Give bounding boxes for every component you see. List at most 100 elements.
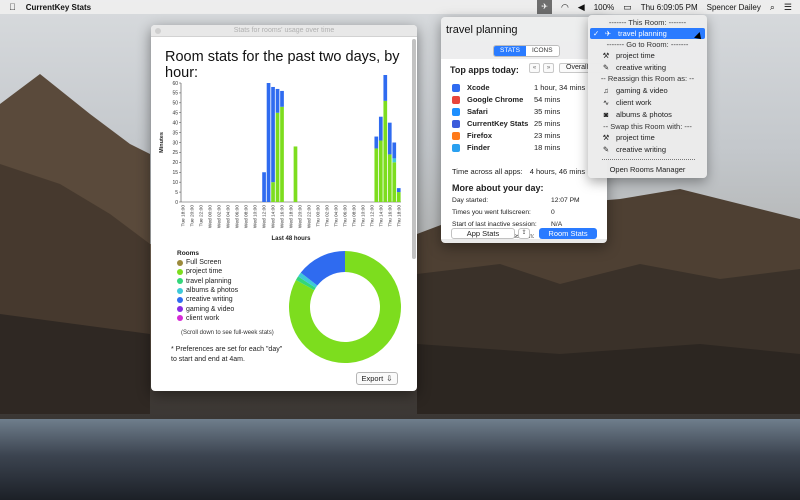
wifi-icon[interactable]: ◠ bbox=[561, 0, 569, 14]
legend-swatch bbox=[177, 315, 183, 322]
pref-note-line-2: to start and end at 4am. bbox=[171, 356, 245, 363]
bar bbox=[275, 112, 280, 202]
x-tick-label: Wed 02:00 bbox=[217, 205, 223, 228]
search-icon[interactable]: ⌕ bbox=[770, 0, 775, 14]
info-row: Times you went fullscreen: 0 bbox=[452, 209, 555, 216]
edit-icon: ✎ bbox=[602, 63, 610, 72]
app-menu-name[interactable]: CurrentKey Stats bbox=[26, 3, 91, 12]
menu-header-reassign: -- Reassign this Room as: -- bbox=[600, 74, 695, 83]
legend-item: gaming & video bbox=[177, 304, 238, 313]
y-tick-label: 50 bbox=[172, 101, 178, 107]
legend-swatch bbox=[177, 259, 183, 266]
legend-title: Rooms bbox=[177, 250, 200, 257]
window-titlebar: Stats for rooms' usage over time bbox=[151, 25, 417, 37]
menu-item-go-to-project-time[interactable]: ⚒ project time bbox=[588, 50, 707, 61]
x-tick-label: Thu 08:00 bbox=[351, 205, 357, 227]
apple-icon[interactable]:  bbox=[9, 0, 16, 14]
info-key: Day started: bbox=[452, 197, 489, 204]
menu-item-current-room[interactable]: ✓ ✈ travel planning bbox=[590, 28, 705, 39]
menu-bar:  CurrentKey Stats ✈ ◠ ◀ 100% ▭ Thu 6:09… bbox=[0, 0, 800, 14]
info-key: Times you went fullscreen: bbox=[452, 209, 531, 216]
legend-swatch bbox=[177, 287, 183, 294]
menu-item-reassign-gaming[interactable]: ♫ gaming & video bbox=[588, 85, 707, 96]
across-label: Time across all apps: bbox=[452, 167, 523, 176]
menu-item-go-to-creative-writing[interactable]: ✎ creative writing bbox=[588, 62, 707, 73]
airplane-icon: ✈ bbox=[604, 29, 612, 38]
preferences-note: * Preferences are set for each "day" to … bbox=[171, 345, 311, 365]
menu-item-label: creative writing bbox=[616, 63, 667, 72]
y-tick-label: 25 bbox=[172, 150, 178, 156]
menu-item-open-rooms-manager[interactable]: Open Rooms Manager bbox=[588, 164, 707, 175]
next-day-button[interactable]: » bbox=[543, 63, 554, 73]
close-button[interactable] bbox=[155, 28, 161, 34]
x-tick-label: Thu 00:00 bbox=[315, 205, 321, 227]
camera-icon: ◙ bbox=[603, 110, 609, 119]
app-icon bbox=[452, 95, 460, 104]
bar bbox=[280, 106, 284, 202]
legend-label: gaming & video bbox=[186, 305, 235, 313]
bar bbox=[275, 88, 280, 113]
menu-header-go-to: ------- Go to Room: ------- bbox=[606, 40, 689, 49]
x-tick-label: Thu 04:00 bbox=[333, 205, 339, 227]
y-tick-label: 0 bbox=[175, 200, 178, 206]
legend-item: travel planning bbox=[177, 277, 238, 286]
menu-item-swap-creative-writing[interactable]: ✎ creative writing bbox=[588, 144, 707, 155]
x-tick-label: Thu 06:00 bbox=[342, 205, 348, 227]
hammer-icon: ⚒ bbox=[602, 133, 610, 142]
app-name: Firefox bbox=[467, 131, 493, 140]
room-stats-button[interactable]: Room Stats bbox=[539, 228, 597, 239]
app-time: 1 hour, 34 mins bbox=[534, 83, 586, 92]
x-tick-label: Tue 20:00 bbox=[190, 205, 196, 227]
menu-item-reassign-client-work[interactable]: ∿ client work bbox=[588, 97, 707, 108]
list-icon[interactable]: ☰ bbox=[784, 0, 792, 14]
bar bbox=[266, 83, 271, 202]
legend-label: travel planning bbox=[186, 277, 232, 285]
x-tick-label: Wed 10:00 bbox=[253, 205, 259, 228]
legend-label: client work bbox=[186, 314, 220, 322]
x-tick-label: Thu 12:00 bbox=[369, 205, 375, 227]
menu-item-label: client work bbox=[616, 98, 652, 107]
window-title: Stats for rooms' usage over time bbox=[233, 27, 335, 34]
y-tick-label: 60 bbox=[172, 81, 178, 87]
bar bbox=[271, 182, 275, 202]
bar bbox=[262, 172, 266, 202]
bar bbox=[392, 162, 397, 202]
x-tick-label: Thu 18:00 bbox=[396, 205, 402, 227]
checkmark-icon: ✓ bbox=[593, 29, 600, 38]
tab-icons[interactable]: ICONS bbox=[525, 46, 559, 56]
hammer-icon: ⚒ bbox=[602, 51, 610, 60]
bar bbox=[374, 148, 379, 202]
app-icon bbox=[452, 119, 460, 128]
menu-item-swap-project-time[interactable]: ⚒ project time bbox=[588, 132, 707, 143]
room-popover: travel planning STATS ICONS Top apps tod… bbox=[441, 17, 609, 243]
activity-icon: ∿ bbox=[602, 98, 610, 107]
volume-icon[interactable]: ◀ bbox=[578, 0, 585, 14]
share-icon: ⇪ bbox=[521, 230, 527, 236]
y-tick-label: 20 bbox=[172, 160, 178, 166]
clock[interactable]: Thu 6:09:05 PM bbox=[641, 3, 698, 12]
x-tick-label: Tue 18:00 bbox=[181, 205, 187, 227]
tab-stats[interactable]: STATS bbox=[494, 46, 526, 56]
app-time: 25 mins bbox=[534, 119, 561, 128]
battery-icon[interactable]: ▭ bbox=[623, 0, 632, 14]
legend-swatch bbox=[177, 296, 183, 303]
share-button[interactable]: ⇪ bbox=[518, 228, 530, 239]
bar bbox=[378, 116, 383, 141]
app-time: 18 mins bbox=[534, 143, 561, 152]
user-name[interactable]: Spencer Dailey bbox=[707, 3, 761, 12]
prev-day-button[interactable]: « bbox=[529, 63, 540, 73]
app-stats-button[interactable]: App Stats bbox=[451, 228, 515, 239]
time-across-apps: Time across all apps: 4 hours, 46 mins bbox=[452, 167, 585, 176]
export-button[interactable]: Export ⇩ bbox=[356, 372, 398, 385]
x-tick-label: Wed 16:00 bbox=[280, 205, 286, 228]
edit-icon: ✎ bbox=[602, 145, 610, 154]
app-time: 23 mins bbox=[534, 131, 561, 140]
battery-percent[interactable]: 100% bbox=[594, 3, 614, 12]
menu-item-reassign-albums[interactable]: ◙ albums & photos bbox=[588, 109, 707, 120]
info-value: 0 bbox=[551, 209, 555, 216]
airplane-icon[interactable]: ✈ bbox=[537, 0, 552, 14]
popover-footer: App Stats ⇪ Room Stats bbox=[441, 224, 607, 243]
top-apps-heading: Top apps today: bbox=[450, 65, 519, 75]
bar bbox=[378, 140, 383, 202]
bar bbox=[387, 122, 392, 155]
